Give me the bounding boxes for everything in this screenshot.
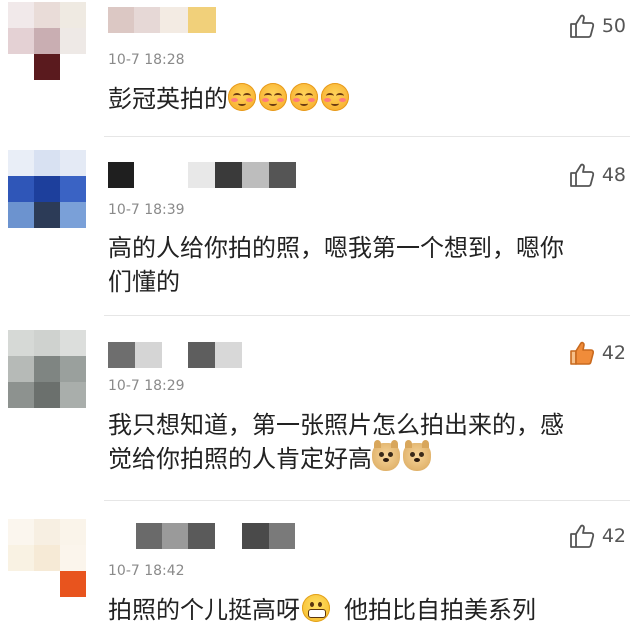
- comment-text: 高的人给你拍的照，嗯我第一个想到，嗯你 们懂的: [108, 231, 628, 299]
- comment-line: 我只想知道，第一张照片怎么拍出来的，感: [108, 411, 564, 439]
- like-button[interactable]: 50: [568, 11, 626, 41]
- comment-text: 拍照的个儿挺高呀 他拍比自拍美系列: [108, 593, 628, 627]
- like-button[interactable]: 48: [568, 160, 626, 190]
- like-button[interactable]: 42: [568, 521, 626, 551]
- like-count: 48: [601, 164, 626, 186]
- comment-text: 我只想知道，第一张照片怎么拍出来的，感 觉给你拍照的人肯定好高: [108, 408, 628, 476]
- avatar[interactable]: [8, 519, 86, 597]
- comment-line: 拍照的个儿挺高呀 他拍比自拍美系列: [108, 594, 536, 624]
- shy-face-icon: [228, 83, 256, 111]
- comment-line: 觉给你拍照的人肯定好高: [108, 440, 628, 476]
- shy-face-icon: [290, 83, 318, 111]
- comment-line: 彭冠英拍的: [108, 82, 628, 116]
- thumbs-up-filled-icon: [570, 341, 594, 365]
- avatar[interactable]: [8, 2, 86, 80]
- thumbs-up-icon: [569, 14, 594, 38]
- comment-time: 10-7 18:28: [108, 52, 185, 68]
- like-count: 42: [601, 342, 626, 364]
- comment-item: 10-7 18:28 彭冠英拍的 50: [0, 0, 640, 136]
- comment-text: 彭冠英拍的: [108, 82, 628, 116]
- avatar[interactable]: [8, 150, 86, 228]
- comment-item: 10-7 18:29 我只想知道，第一张照片怎么拍出来的，感 觉给你拍照的人肯定…: [0, 316, 640, 500]
- comment-time: 10-7 18:39: [108, 202, 185, 218]
- doge-icon: [403, 440, 431, 471]
- comment-line: 们懂的: [108, 268, 180, 296]
- comment-time: 10-7 18:42: [108, 563, 185, 579]
- comment-item: 10-7 18:39 高的人给你拍的照，嗯我第一个想到，嗯你 们懂的 48: [0, 137, 640, 315]
- like-count: 42: [601, 525, 626, 547]
- comment-line: 高的人给你拍的照，嗯我第一个想到，嗯你: [108, 234, 564, 262]
- thumbs-up-icon: [569, 524, 594, 548]
- doge-icon: [372, 440, 400, 471]
- grin-face-icon: [302, 594, 330, 622]
- shy-face-icon: [321, 83, 349, 111]
- avatar[interactable]: [8, 330, 86, 408]
- like-button-active[interactable]: 42: [568, 338, 626, 368]
- shy-face-icon: [259, 83, 287, 111]
- thumbs-up-icon: [569, 163, 594, 187]
- comment-time: 10-7 18:29: [108, 378, 185, 394]
- like-count: 50: [601, 15, 626, 37]
- comment-item: 10-7 18:42 拍照的个儿挺高呀 他拍比自拍美系列 42: [0, 501, 640, 636]
